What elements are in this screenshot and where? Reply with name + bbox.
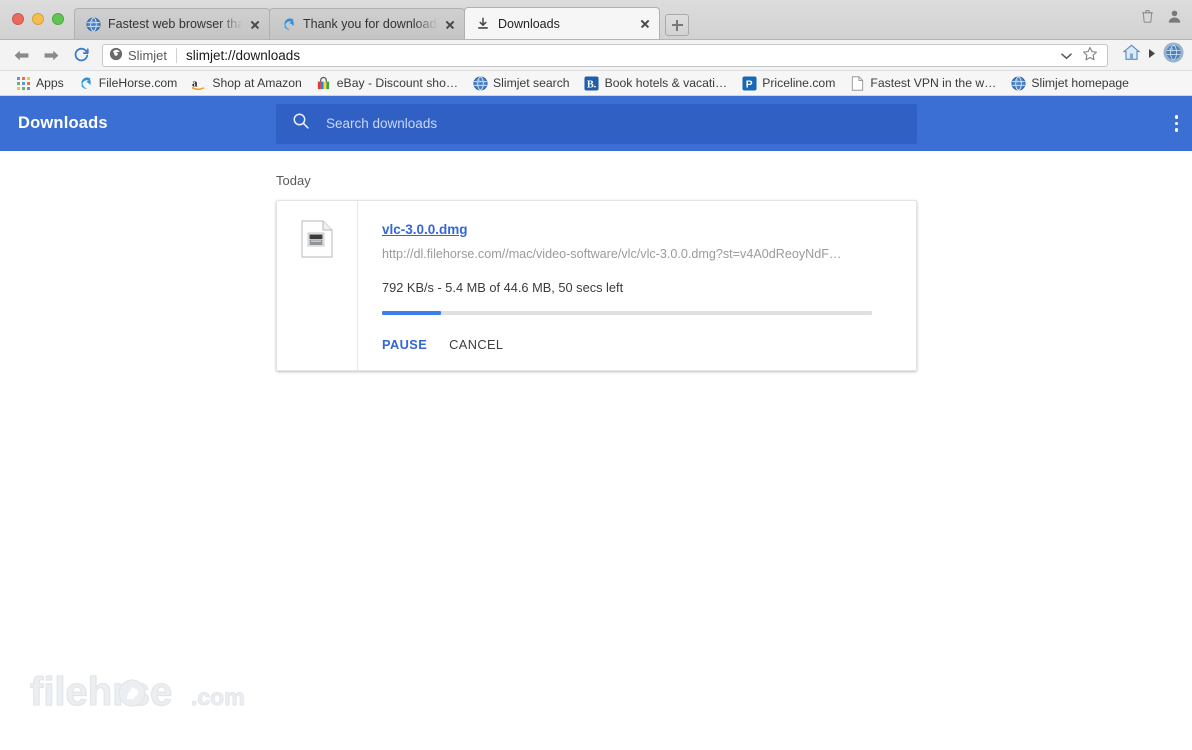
- download-actions: PAUSE CANCEL: [382, 337, 892, 352]
- tab-close-button[interactable]: [637, 16, 653, 32]
- search-placeholder: Search downloads: [326, 116, 438, 131]
- bookmarks-bar: Apps FileHorse.com a Shop at Amazon eBay…: [0, 71, 1192, 96]
- minimize-window-button[interactable]: [32, 13, 44, 25]
- tab-close-button[interactable]: [247, 16, 263, 32]
- star-icon[interactable]: [1082, 46, 1098, 65]
- downloads-page: Downloads Search downloads Today vlc-3.0…: [0, 96, 1192, 750]
- filehorse-icon: [78, 75, 94, 91]
- bookmark-label: Fastest VPN in the w…: [870, 76, 997, 90]
- bookmark-label: Slimjet search: [493, 76, 570, 90]
- bookmark-fastest-vpn[interactable]: Fastest VPN in the w…: [842, 73, 1003, 93]
- site-name: Slimjet: [128, 47, 168, 63]
- download-progress-bar: [382, 311, 872, 315]
- file-document-icon: [301, 220, 333, 370]
- slimjet-badge-icon: [109, 47, 123, 64]
- triangle-right-icon[interactable]: [1148, 46, 1156, 64]
- window-right-icons: [1140, 8, 1182, 29]
- booking-icon: B.: [584, 75, 600, 91]
- tab-downloads[interactable]: Downloads: [464, 7, 660, 39]
- tab-close-button[interactable]: [442, 16, 458, 32]
- back-button[interactable]: [8, 42, 34, 68]
- svg-text:.com: .com: [191, 684, 245, 710]
- address-bar[interactable]: Slimjet slimjet://downloads: [102, 43, 1108, 67]
- download-icon: [475, 16, 491, 32]
- globe-icon: [472, 75, 488, 91]
- globe-icon: [1010, 75, 1026, 91]
- home-icon[interactable]: [1122, 43, 1141, 67]
- bookmark-label: Book hotels & vacati…: [604, 76, 728, 90]
- svg-text:P: P: [745, 79, 752, 90]
- downloads-list: Today vlc-3.0.0.dmg http://dl.filehorse.…: [0, 151, 1192, 371]
- toolbar-right: [1118, 42, 1184, 68]
- downloads-group-label: Today: [276, 173, 311, 188]
- priceline-icon: P: [741, 75, 757, 91]
- more-vertical-icon[interactable]: [1155, 115, 1178, 132]
- chevron-down-icon[interactable]: [1061, 48, 1072, 63]
- tab-thank-you-for-downloading[interactable]: Thank you for downloadi: [269, 8, 465, 39]
- browser-window: Fastest web browser tha Thank you for do…: [0, 0, 1192, 750]
- browser-toolbar: Slimjet slimjet://downloads: [0, 40, 1192, 71]
- bookmark-label: Slimjet homepage: [1031, 76, 1129, 90]
- reload-button[interactable]: [68, 42, 94, 68]
- pause-button[interactable]: PAUSE: [382, 337, 427, 352]
- site-identity-chip[interactable]: Slimjet: [109, 47, 167, 64]
- search-input[interactable]: Search downloads: [276, 103, 917, 144]
- bookmark-ebay[interactable]: eBay - Discount sho…: [309, 73, 465, 93]
- close-window-button[interactable]: [12, 13, 24, 25]
- downloads-header: Downloads Search downloads: [0, 96, 1192, 151]
- filehorse-watermark: filehrse .com: [28, 669, 256, 720]
- amazon-icon: a: [191, 75, 207, 91]
- bookmark-priceline[interactable]: P Priceline.com: [734, 73, 842, 93]
- download-item: vlc-3.0.0.dmg http://dl.filehorse.com//m…: [276, 200, 917, 371]
- slimjet-icon: [280, 16, 296, 32]
- tab-strip: Fastest web browser tha Thank you for do…: [0, 0, 1192, 40]
- download-status-text: 792 KB/s - 5.4 MB of 44.6 MB, 50 secs le…: [382, 280, 624, 295]
- tab-title: Thank you for downloadi: [303, 17, 438, 31]
- url-text[interactable]: slimjet://downloads: [186, 48, 1061, 63]
- bookmark-apps[interactable]: Apps: [8, 73, 71, 93]
- bookmark-slimjet-homepage[interactable]: Slimjet homepage: [1003, 73, 1136, 93]
- ebay-bag-icon: [316, 75, 332, 91]
- bookmark-filehorse[interactable]: FileHorse.com: [71, 73, 185, 93]
- bookmark-amazon[interactable]: a Shop at Amazon: [184, 73, 308, 93]
- cancel-button[interactable]: CANCEL: [449, 337, 503, 352]
- bookmark-label: Apps: [36, 76, 64, 90]
- window-controls: [8, 0, 74, 39]
- search-icon: [292, 112, 310, 135]
- bookmark-label: FileHorse.com: [98, 76, 178, 90]
- tab-title: Fastest web browser tha: [108, 17, 243, 31]
- svg-text:filehrse: filehrse: [30, 670, 172, 714]
- tab-fastest-web-browser[interactable]: Fastest web browser tha: [74, 8, 270, 39]
- download-item-details: vlc-3.0.0.dmg http://dl.filehorse.com//m…: [358, 201, 916, 370]
- bookmark-slimjet-search[interactable]: Slimjet search: [465, 73, 577, 93]
- download-file-name-link[interactable]: vlc-3.0.0.dmg: [382, 222, 468, 237]
- apps-grid-icon: [15, 75, 31, 91]
- tab-title: Downloads: [498, 16, 560, 31]
- download-item-icon-column: [277, 201, 358, 370]
- page-icon: [849, 75, 865, 91]
- omnibox-right-icons: [1061, 46, 1101, 65]
- download-progress-fill: [382, 311, 441, 315]
- page-title: Downloads: [18, 114, 108, 132]
- globe-gear-icon[interactable]: [1163, 42, 1184, 68]
- globe-icon: [85, 16, 101, 32]
- maximize-window-button[interactable]: [52, 13, 64, 25]
- bookmark-booking[interactable]: B. Book hotels & vacati…: [577, 73, 735, 93]
- download-source-url: http://dl.filehorse.com//mac/video-softw…: [382, 247, 842, 261]
- trash-icon[interactable]: [1140, 8, 1155, 29]
- omnibox-divider: [176, 47, 178, 63]
- new-tab-button[interactable]: [665, 14, 689, 36]
- bookmark-label: eBay - Discount sho…: [336, 76, 459, 90]
- bookmark-label: Shop at Amazon: [212, 76, 302, 90]
- bookmark-label: Priceline.com: [762, 76, 836, 90]
- user-profile-icon[interactable]: [1167, 8, 1182, 29]
- forward-button[interactable]: [38, 42, 64, 68]
- svg-text:B.: B.: [587, 79, 597, 90]
